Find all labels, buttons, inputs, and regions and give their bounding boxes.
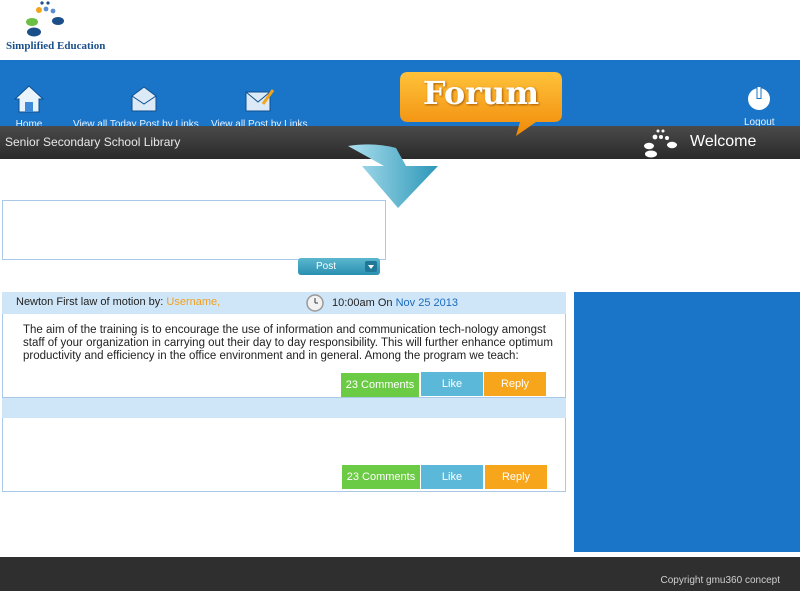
post-header <box>2 398 566 418</box>
post-title: Newton First law of motion by: Username, <box>16 296 220 308</box>
chevron-down-icon <box>365 261 377 272</box>
footer: Copyright gmu360 concept <box>0 557 800 591</box>
forum-title: Forum <box>422 74 540 112</box>
clock-icon <box>306 294 324 312</box>
comments-button[interactable]: 23 Comments <box>342 465 420 489</box>
like-button[interactable]: Like <box>421 465 483 489</box>
post-button-label: Post <box>316 261 337 272</box>
post-compose-input[interactable] <box>2 200 386 260</box>
post-title-text: Newton First law of motion by: <box>16 296 167 308</box>
side-panel <box>574 292 800 552</box>
comments-button[interactable]: 23 Comments <box>341 373 419 397</box>
mail-icon <box>131 86 157 112</box>
post-date: Nov 25 2013 <box>395 297 458 309</box>
page-title: Senior Secondary School Library <box>5 135 181 149</box>
post-timestamp: 10:00am On Nov 25 2013 <box>332 297 458 309</box>
nav-today-posts[interactable]: View all Today Post by Links <box>73 84 199 130</box>
nav-home[interactable]: Home <box>13 84 45 130</box>
brand-name: Simplified Education <box>6 40 106 52</box>
post-header: Newton First law of motion by: Username,… <box>2 292 566 314</box>
post-time: 10:00am On <box>332 297 396 309</box>
nav-logout[interactable]: Logout <box>744 84 775 128</box>
welcome-logo-icon <box>644 129 677 158</box>
welcome-text: Welcome <box>690 133 757 150</box>
power-icon <box>748 86 771 110</box>
copyright-text: Copyright gmu360 concept <box>660 575 780 586</box>
home-icon <box>13 85 45 113</box>
reply-button[interactable]: Reply <box>484 372 546 396</box>
post-button[interactable]: Post <box>298 258 380 275</box>
like-button[interactable]: Like <box>421 372 483 396</box>
nav-all-posts[interactable]: View all Post by Links <box>211 84 308 130</box>
post-content: The aim of the training is to encourage … <box>23 324 553 362</box>
reply-button[interactable]: Reply <box>485 465 547 489</box>
mail-pencil-icon <box>245 89 275 112</box>
post-username[interactable]: Username, <box>166 296 220 308</box>
